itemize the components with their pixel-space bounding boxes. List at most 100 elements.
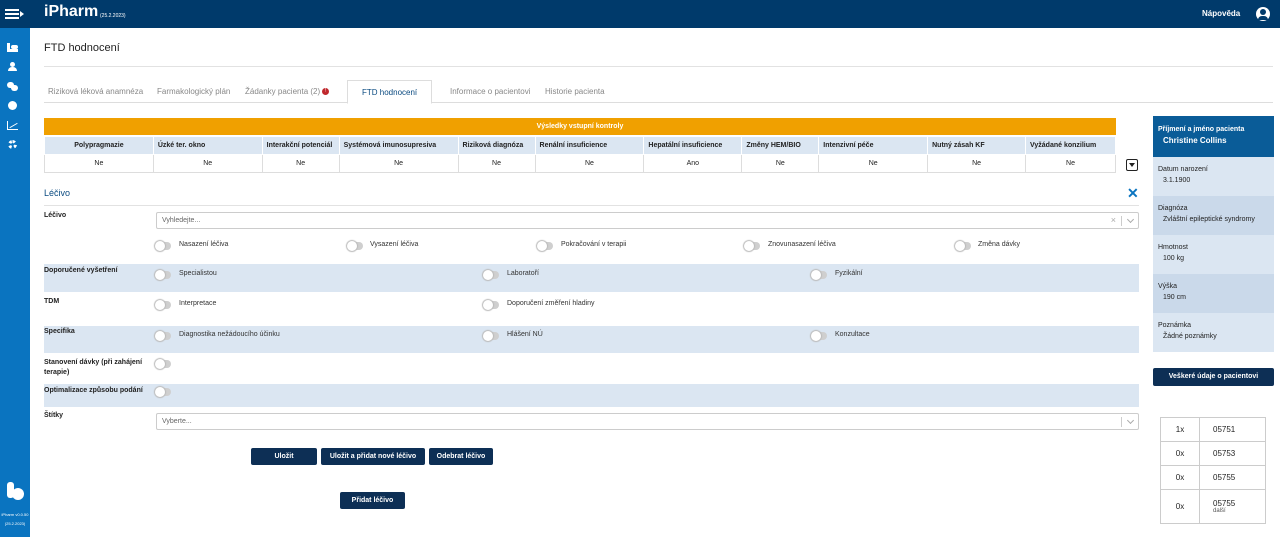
patient-diagnosis: Diagnóza Zvláštní epileptické syndromy [1153,196,1274,235]
code-count: 0x [1160,489,1200,524]
chart-icon[interactable] [7,121,18,130]
toggle-dose-change[interactable] [955,241,971,251]
col-header: Renální insuficience [534,136,645,155]
toggle-label: Interpretace [179,300,217,307]
field-value: Žádné poznámky [1163,333,1217,340]
tab-pharmacological-plan[interactable]: Farmakologický plán [157,80,230,103]
result-cell: Ne [741,154,820,173]
chat-icon[interactable] [7,82,18,91]
patient-name: Christine Collins [1163,136,1227,145]
field-value: 190 cm [1163,294,1186,301]
tab-patient-history[interactable]: Historie pacienta [545,80,605,103]
toggle-physical[interactable] [811,270,827,280]
col-header: Riziková diagnóza [457,136,536,155]
sidebar-version-date: (25.2.2023) [4,521,26,526]
toggle-drug-stop[interactable] [347,241,363,251]
patient-name-card: Příjmení a jméno pacienta Christine Coll… [1153,116,1274,157]
divider [44,66,1273,67]
specifics-label: Specifika [44,328,75,335]
result-cell: Ne [457,154,536,173]
user-account-icon[interactable] [1256,7,1270,21]
company-logo-icon [5,482,25,500]
field-label: Výška [1158,283,1178,290]
code-value: 05755 [1213,499,1236,508]
top-bar: iPharm (25.2.2023) Nápověda [0,0,1280,28]
remove-drug-button[interactable]: Odebrat léčivo [429,448,493,465]
patient-dob: Datum narození 3.1.1900 [1153,157,1274,196]
collapse-icon[interactable] [1126,159,1138,171]
exams-label: Doporučené vyšetření [44,267,118,274]
drug-search-select[interactable]: Vyhledejte... × [156,212,1139,229]
result-cell: Ne [152,154,263,173]
tab-bar: Riziková léková anamnéza Farmakologický … [44,80,1273,104]
sidebar: iPharm v0.0.50 (25.2.2023) [0,28,30,537]
section-title: Léčivo [44,188,71,198]
result-cell: Ne [338,154,459,173]
result-cell: Ne [534,154,645,173]
app-logo: iPharm [44,3,99,20]
toggle-adverse-report[interactable] [483,331,499,341]
gauge-icon[interactable] [8,101,17,110]
toggle-drug-restart[interactable] [744,241,760,251]
tab-ftd-evaluation[interactable]: FTD hodnocení [347,80,433,104]
toggle-label: Fyzikální [835,270,863,277]
toggle-adverse-diagnostics[interactable] [155,331,171,341]
code-more-link[interactable]: další [1213,508,1265,514]
col-header: Intenzivní péče [818,136,929,155]
tags-select[interactable]: Vyberte... [156,413,1139,430]
page-title: FTD hodnocení [44,42,120,54]
chevron-down-icon[interactable] [1126,416,1135,425]
result-cell: Ne [44,154,154,173]
toggle-drug-start[interactable] [155,241,171,251]
field-label: Poznámka [1158,322,1192,329]
exams-row [44,264,1139,292]
col-header: Interakční potenciál [261,136,340,155]
clear-icon[interactable]: × [1111,215,1116,225]
toggle-level-measurement[interactable] [483,300,499,310]
route-row [44,384,1139,407]
toggle-laboratory[interactable] [483,270,499,280]
tags-placeholder: Vyberte... [162,418,192,425]
bed-icon[interactable] [7,43,18,52]
add-drug-button[interactable]: Přidat léčivo [340,492,405,509]
drug-search-placeholder: Vyhledejte... [162,217,201,224]
code-value: 05753 [1199,441,1266,466]
tab-patient-info[interactable]: Informace o pacientovi [450,80,531,103]
code-value: 05755 [1199,465,1266,490]
result-cell: Ano [643,154,743,173]
result-cell: Ne [927,154,1026,173]
toggle-route[interactable] [155,387,171,397]
tdm-label: TDM [44,298,60,305]
tab-patient-requests[interactable]: Žádanky pacienta (2)! [245,80,330,103]
table-row: 0x 05755 další [1160,489,1266,524]
toggle-label: Konzultace [835,331,870,338]
menu-icon[interactable] [0,0,30,28]
divider [1121,417,1122,427]
toggle-label: Hlášení NÚ [507,331,543,338]
gear-icon[interactable] [8,140,17,149]
toggle-dose[interactable] [155,359,171,369]
route-label: Optimalizace způsobu podání [44,387,143,394]
field-label: Diagnóza [1158,205,1188,212]
save-button[interactable]: Uložit [251,448,317,465]
tab-drug-anamnesis[interactable]: Riziková léková anamnéza [48,80,143,103]
divider [1121,216,1122,226]
toggle-label: Znovunasazení léčiva [768,241,836,248]
code-value: 05751 [1199,417,1266,442]
toggle-therapy-continue[interactable] [537,241,553,251]
toggle-specialist[interactable] [155,270,171,280]
codes-table: 1x 05751 0x 05753 0x 05755 0x 05755 dalš… [1160,417,1266,524]
save-add-button[interactable]: Uložit a přidat nové léčivo [321,448,425,465]
chevron-down-icon[interactable] [1126,215,1135,224]
help-link[interactable]: Nápověda [1202,9,1240,18]
person-icon[interactable] [7,62,18,71]
toggle-consultation[interactable] [811,331,827,341]
patient-note: Poznámka Žádné poznámky [1153,313,1274,352]
close-icon[interactable]: ✕ [1127,185,1139,202]
all-patient-data-button[interactable]: Veškeré údaje o pacientovi [1153,368,1274,386]
table-row: 0x 05755 [1160,465,1266,490]
results-table: Polypragmazie Úzké ter. okno Interakční … [44,136,1117,173]
toggle-label: Diagnostika nežádoucího účinku [179,331,280,338]
toggle-interpretation[interactable] [155,300,171,310]
result-cell: Ne [818,154,929,173]
